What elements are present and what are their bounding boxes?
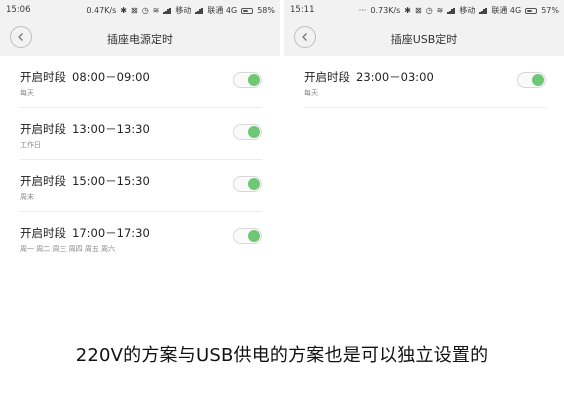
- timer-list: 开启时段 08:00－09:00 每天 开启时段 13:00－13:30 工作日 开…: [0, 56, 280, 262]
- status-icons: ··· 0.73K/s ✱ ⊠ ◷ ≋ 移动 联通 4G 57%: [359, 5, 559, 16]
- signal-icon: [447, 7, 455, 14]
- bluetooth-icon: ✱: [120, 6, 127, 15]
- signal-icon: [195, 7, 203, 14]
- timer-repeat: 周末: [20, 193, 34, 201]
- right-phone-screen: 15:11 ··· 0.73K/s ✱ ⊠ ◷ ≋ 移动 联通 4G 57% 插…: [284, 0, 564, 262]
- page-title: 插座USB定时: [390, 33, 458, 46]
- timer-repeat: 每天: [304, 89, 318, 97]
- timer-row[interactable]: 开启时段 17:00－17:30 周一 周二 周三 周四 周五 周六: [20, 212, 262, 262]
- bluetooth-icon: ✱: [404, 6, 411, 15]
- alarm-icon: ◷: [425, 6, 433, 15]
- more-icon: ···: [358, 6, 367, 15]
- timer-label: 开启时段: [20, 226, 66, 240]
- timer-label: 开启时段: [20, 174, 66, 188]
- timer-period: 开启时段 08:00－09:00: [20, 69, 150, 85]
- signal-icon: [163, 7, 171, 14]
- toggle-knob: [248, 230, 260, 242]
- timer-range: 13:00－13:30: [72, 122, 150, 136]
- timer-list: 开启时段 23:00－03:00 每天: [284, 56, 564, 108]
- timer-period: 开启时段 17:00－17:30: [20, 225, 150, 241]
- carrier-2: 联通 4G: [491, 6, 522, 15]
- status-bar: 15:11 ··· 0.73K/s ✱ ⊠ ◷ ≋ 移动 联通 4G 57%: [284, 0, 564, 20]
- signal-icon: [479, 7, 487, 14]
- timer-row[interactable]: 开启时段 13:00－13:30 工作日: [20, 108, 262, 160]
- caption: 220V的方案与USB供电的方案也是可以独立设置的: [75, 345, 489, 366]
- carrier-1: 移动: [175, 6, 192, 15]
- alarm-icon: ◷: [141, 6, 149, 15]
- timer-repeat: 工作日: [20, 141, 41, 149]
- status-time: 15:06: [6, 5, 31, 15]
- status-bar: 15:06 0.47K/s ✱ ⊠ ◷ ≋ 移动 联通 4G 58%: [0, 0, 280, 20]
- toggle-knob: [532, 74, 544, 86]
- timer-period: 开启时段 13:00－13:30: [20, 121, 150, 137]
- toggle-knob: [248, 178, 260, 190]
- title-bar: 插座电源定时: [0, 20, 280, 56]
- timer-range: 08:00－09:00: [72, 70, 150, 84]
- toggle-knob: [248, 126, 260, 138]
- wifi-icon: ≋: [436, 6, 444, 15]
- title-bar: 插座USB定时: [284, 20, 564, 56]
- timer-label: 开启时段: [20, 70, 66, 84]
- carrier-2: 联通 4G: [207, 6, 238, 15]
- left-phone-screen: 15:06 0.47K/s ✱ ⊠ ◷ ≋ 移动 联通 4G 58% 插座电源定…: [0, 0, 280, 262]
- timer-toggle[interactable]: [517, 72, 546, 88]
- mute-icon: ⊠: [130, 6, 138, 15]
- battery-percent: 57%: [541, 6, 559, 15]
- timer-range: 17:00－17:30: [72, 226, 150, 240]
- timer-repeat: 周一 周二 周三 周四 周五 周六: [20, 245, 116, 253]
- timer-toggle[interactable]: [233, 176, 262, 192]
- timer-label: 开启时段: [304, 70, 350, 84]
- status-time: 15:11: [290, 5, 315, 15]
- mute-icon: ⊠: [414, 6, 422, 15]
- timer-row[interactable]: 开启时段 08:00－09:00 每天: [20, 56, 262, 108]
- timer-toggle[interactable]: [233, 228, 262, 244]
- status-icons: 0.47K/s ✱ ⊠ ◷ ≋ 移动 联通 4G 58%: [86, 5, 275, 16]
- toggle-knob: [248, 74, 260, 86]
- battery-icon: [241, 7, 254, 14]
- timer-range: 23:00－03:00: [356, 70, 434, 84]
- timer-period: 开启时段 23:00－03:00: [304, 69, 434, 85]
- timer-range: 15:00－15:30: [72, 174, 150, 188]
- battery-percent: 58%: [257, 6, 275, 15]
- carrier-1: 移动: [459, 6, 476, 15]
- timer-toggle[interactable]: [233, 124, 262, 140]
- battery-icon: [525, 7, 538, 14]
- timer-label: 开启时段: [20, 122, 66, 136]
- timer-period: 开启时段 15:00－15:30: [20, 173, 150, 189]
- timer-toggle[interactable]: [233, 72, 262, 88]
- page-title: 插座电源定时: [107, 33, 173, 46]
- timer-row[interactable]: 开启时段 23:00－03:00 每天: [304, 56, 546, 108]
- timer-row[interactable]: 开启时段 15:00－15:30 周末: [20, 160, 262, 212]
- timer-repeat: 每天: [20, 89, 34, 97]
- network-speed: 0.73K/s: [370, 6, 401, 15]
- wifi-icon: ≋: [152, 6, 160, 15]
- network-speed: 0.47K/s: [86, 6, 117, 15]
